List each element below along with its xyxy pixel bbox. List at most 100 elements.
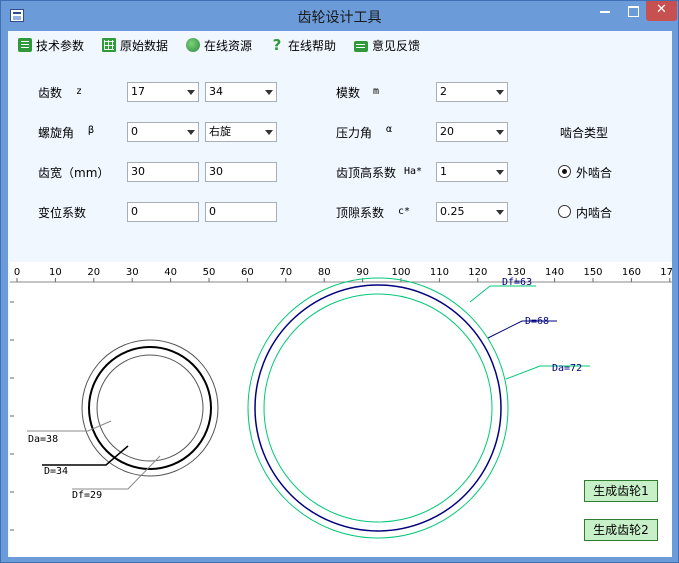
generate-gear2-button[interactable]: 生成齿轮2: [584, 519, 658, 541]
gear1-da-leader: [27, 420, 112, 432]
width-label: 齿宽（mm）: [38, 166, 110, 180]
gear-drawing: 0 10 20 30 40 50 60 70 80 90 100 110 120 130 140 150 160…: [10, 267, 672, 539]
ruler-tick-label: 20: [87, 267, 100, 278]
help-icon: ?: [272, 36, 282, 54]
teeth-label: 齿数: [38, 86, 63, 100]
app-window: 齿轮设计工具 ✕ 技术参数 原始数据 在线资源 ? 在线帮助 意见反馈 齿数 z…: [0, 0, 679, 563]
toolbar-tech-params[interactable]: 技术参数: [18, 36, 84, 54]
ruler-tick-label: 110: [430, 267, 449, 278]
toolbar-feedback[interactable]: 意见反馈: [354, 36, 420, 54]
generate-gear1-button[interactable]: 生成齿轮1: [584, 480, 658, 502]
chevron-down-icon: [496, 170, 504, 175]
ruler-tick-label: 160: [622, 267, 641, 278]
pressure-angle-select[interactable]: 20: [436, 122, 508, 142]
gear2-dedendum-circle: [263, 293, 493, 523]
gear2-df-label: Df=63: [502, 277, 532, 288]
gear1-df-label: Df=29: [72, 490, 102, 501]
select-value: 2: [440, 85, 447, 98]
toolbar-label: 技术参数: [36, 38, 85, 53]
ruler-tick-label: 40: [164, 267, 177, 278]
drawing-canvas[interactable]: 0 10 20 30 40 50 60 70 80 90 100 110 120 130 140 150 160…: [10, 262, 672, 557]
pressure-symbol: α: [386, 124, 393, 135]
helix-direction-select[interactable]: 右旋: [205, 122, 277, 142]
title-bar: 齿轮设计工具 ✕: [1, 1, 678, 31]
gear1-addendum-circle: [81, 339, 219, 477]
ruler-tick-label: 100: [391, 267, 410, 278]
addendum-label: 齿顶高系数: [336, 166, 397, 180]
clearance-symbol: c*: [398, 206, 411, 217]
select-value: 1: [440, 165, 447, 178]
gear2-pitch-circle: [254, 284, 502, 532]
chevron-down-icon: [187, 90, 195, 95]
chevron-down-icon: [496, 210, 504, 215]
clearance-label: 顶隙系数: [336, 206, 385, 220]
internal-mesh-radio[interactable]: [558, 205, 571, 218]
chevron-down-icon: [187, 130, 195, 135]
shift-gear1-input[interactable]: 0: [127, 202, 199, 222]
maximize-button[interactable]: [620, 1, 646, 21]
ruler-tick-label: 30: [126, 267, 139, 278]
grid-icon: [102, 38, 116, 52]
teeth-symbol: z: [76, 86, 83, 97]
width-gear1-input[interactable]: 30: [127, 162, 199, 182]
shift-gear2-input[interactable]: 0: [205, 202, 277, 222]
module-label: 模数: [336, 86, 361, 100]
helix-symbol: β: [88, 125, 95, 136]
ruler-tick-label: 120: [468, 267, 487, 278]
main-panel: 技术参数 原始数据 在线资源 ? 在线帮助 意见反馈 齿数 z 17 34 模数…: [8, 31, 672, 557]
close-button[interactable]: ✕: [646, 1, 677, 21]
select-value: 17: [131, 85, 145, 98]
shift-label: 变位系数: [38, 206, 87, 220]
left-ruler: [10, 301, 14, 531]
helix-angle-select[interactable]: 0: [127, 122, 199, 142]
toolbar-label: 意见反馈: [372, 38, 421, 53]
globe-icon: [186, 38, 200, 52]
chevron-down-icon: [496, 130, 504, 135]
external-mesh-label[interactable]: 外啮合: [576, 164, 612, 181]
toolbar-raw-data[interactable]: 原始数据: [102, 36, 168, 54]
teeth-gear2-select[interactable]: 34: [205, 82, 277, 102]
gear1-dedendum-circle: [96, 354, 204, 462]
ruler-tick-label: 50: [203, 267, 216, 278]
chevron-down-icon: [496, 90, 504, 95]
ruler-tick-label: 80: [318, 267, 331, 278]
window-title: 齿轮设计工具: [297, 10, 382, 26]
toolbar-online-resources[interactable]: 在线资源: [186, 36, 252, 54]
ruler-tick-label: 140: [545, 267, 564, 278]
toolbar-label: 在线资源: [204, 38, 253, 53]
ruler-tick-label: 60: [241, 267, 254, 278]
select-value: 右旋: [209, 125, 231, 138]
internal-mesh-label[interactable]: 内啮合: [576, 204, 612, 221]
select-value: 34: [209, 85, 223, 98]
module-select[interactable]: 2: [436, 82, 508, 102]
ruler-tick-label: 90: [356, 267, 369, 278]
chevron-down-icon: [265, 130, 273, 135]
ruler-tick-label: 10: [49, 267, 62, 278]
toolbar-label: 在线帮助: [288, 38, 337, 53]
gear1-pitch-circle: [88, 346, 212, 470]
select-value: 0.25: [440, 205, 465, 218]
gear1-d-leader: [42, 445, 129, 466]
ruler-tick-label: 0: [14, 267, 20, 278]
select-value: 0: [131, 125, 138, 138]
module-symbol: m: [373, 86, 380, 97]
toolbar-online-help[interactable]: ? 在线帮助: [270, 36, 336, 54]
document-icon: [18, 38, 32, 52]
helix-label: 螺旋角: [38, 126, 75, 140]
addendum-symbol: Ha*: [404, 166, 423, 177]
mesh-type-label: 啮合类型: [560, 126, 609, 140]
clearance-select[interactable]: 0.25: [436, 202, 508, 222]
width-gear2-input[interactable]: 30: [205, 162, 277, 182]
minimize-button[interactable]: [591, 1, 619, 21]
chevron-down-icon: [265, 90, 273, 95]
pressure-label: 压力角: [336, 126, 373, 140]
ruler-tick-label: 70: [279, 267, 292, 278]
gear2-addendum-circle: [247, 277, 509, 539]
gear2-df-leader: [469, 285, 536, 303]
select-value: 20: [440, 125, 454, 138]
feedback-icon: [354, 40, 368, 52]
top-ruler: 0 10 20 30 40 50 60 70 80 90 100 110 120 130 140 150 160…: [10, 267, 672, 283]
external-mesh-radio[interactable]: [558, 165, 571, 178]
teeth-gear1-select[interactable]: 17: [127, 82, 199, 102]
addendum-select[interactable]: 1: [436, 162, 508, 182]
